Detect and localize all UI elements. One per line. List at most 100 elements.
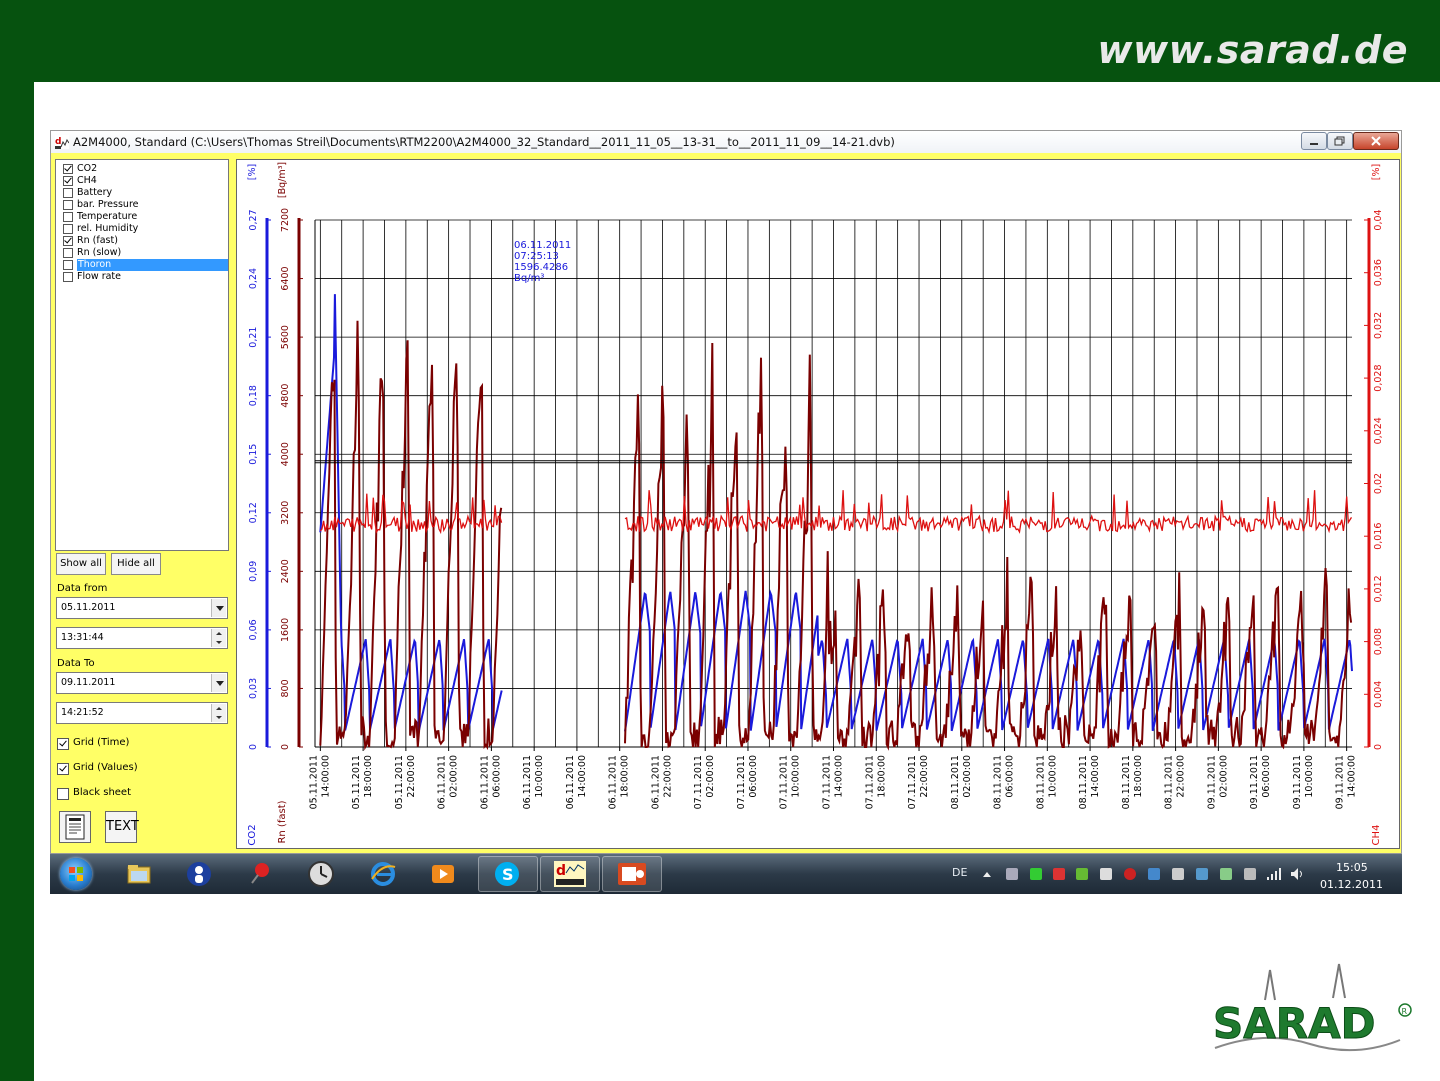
x-tick-date: 05.11.2011 xyxy=(394,755,405,809)
ch4-tick-label: 0,04 xyxy=(1373,209,1384,230)
tray-network-icon[interactable] xyxy=(1148,868,1160,880)
rn-axis-unit: [Bq/m³] xyxy=(277,162,288,198)
tray-shield-icon[interactable] xyxy=(1220,868,1232,880)
cursor-time: 07:25:13 xyxy=(514,251,559,262)
channel-checkbox[interactable] xyxy=(63,164,73,174)
contacts-icon[interactable] xyxy=(186,861,212,887)
explorer-icon[interactable] xyxy=(126,861,152,887)
language-indicator[interactable]: DE xyxy=(952,866,967,879)
spin-up-icon[interactable] xyxy=(216,707,222,710)
channel-checkbox[interactable] xyxy=(63,236,73,246)
channel-checkbox[interactable] xyxy=(63,260,73,270)
grid-values-label: Grid (Values) xyxy=(73,762,138,773)
x-tick-time: 06:00:00 xyxy=(1261,755,1272,798)
channel-label: CO2 xyxy=(77,163,98,174)
chevron-up-icon[interactable] xyxy=(982,870,992,878)
flag-icon[interactable] xyxy=(1172,868,1184,880)
media-player-icon[interactable] xyxy=(430,861,456,887)
title-bar[interactable]: d A2M4000, Standard (C:\Users\Thomas Str… xyxy=(51,131,1401,153)
internet-explorer-icon[interactable] xyxy=(370,861,396,887)
x-tick-time: 22:00:00 xyxy=(919,755,930,798)
report-icon xyxy=(65,814,85,840)
chevron-down-icon[interactable] xyxy=(211,674,226,692)
channel-checkbox[interactable] xyxy=(63,272,73,282)
volume-icon[interactable] xyxy=(1290,867,1306,881)
grid-time-checkbox[interactable] xyxy=(57,738,69,750)
channel-item[interactable]: bar. Pressure xyxy=(59,199,227,211)
x-tick-time: 22:00:00 xyxy=(1176,755,1187,798)
channel-item[interactable]: CH4 xyxy=(59,175,227,187)
spin-up-icon[interactable] xyxy=(216,632,222,635)
time-spinner[interactable] xyxy=(211,704,226,722)
rn-tick-label: 6400 xyxy=(280,266,291,290)
x-tick-time: 14:00:00 xyxy=(1347,755,1358,798)
channel-item[interactable]: Rn (fast) xyxy=(59,235,227,247)
channel-list[interactable]: CO2 CH4 Battery bar. Pressure Temperature rel… xyxy=(55,159,229,551)
tray-check-icon[interactable] xyxy=(1030,868,1042,880)
channel-item[interactable]: Flow rate xyxy=(59,271,227,283)
clock-time[interactable]: 15:05 xyxy=(1336,861,1368,874)
logo-text: SARAD xyxy=(1213,999,1375,1048)
data-to-date-select[interactable]: 09.11.2011 xyxy=(56,672,228,694)
channel-item[interactable]: Temperature xyxy=(59,211,227,223)
data-from-time-value: 13:31:44 xyxy=(61,632,104,643)
clock-date[interactable]: 01.12.2011 xyxy=(1320,878,1383,891)
ch4-tick-label: 0,036 xyxy=(1373,259,1384,286)
signal-icon[interactable] xyxy=(1266,868,1282,880)
tray-sync-icon[interactable] xyxy=(1196,868,1208,880)
channel-checkbox[interactable] xyxy=(63,212,73,222)
spin-down-icon[interactable] xyxy=(216,641,222,644)
tray-record-icon[interactable] xyxy=(1124,868,1136,880)
restore-icon xyxy=(1334,136,1345,146)
x-tick-time: 02:00:00 xyxy=(449,755,460,798)
channel-item[interactable]: Rn (slow) xyxy=(59,247,227,259)
channel-checkbox[interactable] xyxy=(63,224,73,234)
channel-item[interactable]: Thoron xyxy=(59,259,228,271)
data-to-time-value: 14:21:52 xyxy=(61,707,104,718)
pin-icon[interactable] xyxy=(248,861,274,887)
channel-checkbox[interactable] xyxy=(63,248,73,258)
data-from-date-select[interactable]: 05.11.2011 xyxy=(56,597,228,619)
tray-globe-icon[interactable] xyxy=(1076,868,1088,880)
data-from-time-input[interactable]: 13:31:44 xyxy=(56,627,228,649)
close-button[interactable] xyxy=(1353,132,1399,150)
channel-item[interactable]: rel. Humidity xyxy=(59,223,227,235)
x-tick-time: 22:00:00 xyxy=(406,755,417,798)
maximize-button[interactable] xyxy=(1327,132,1353,150)
tray-printer-icon[interactable] xyxy=(1006,868,1018,880)
grid-values-checkbox[interactable] xyxy=(57,763,69,775)
svg-text:d: d xyxy=(55,137,61,147)
show-all-button[interactable]: Show all xyxy=(56,553,106,575)
spin-down-icon[interactable] xyxy=(216,716,222,719)
time-spinner[interactable] xyxy=(211,629,226,647)
tray-security-icon[interactable] xyxy=(1053,868,1065,880)
channel-checkbox[interactable] xyxy=(63,176,73,186)
co2-tick-label: 0 xyxy=(248,744,259,750)
channel-item[interactable]: CO2 xyxy=(59,163,227,175)
hide-all-button[interactable]: Hide all xyxy=(111,553,161,575)
powerpoint-icon xyxy=(618,863,646,885)
ch4-tick-label: 0,028 xyxy=(1373,364,1384,391)
report-button[interactable] xyxy=(59,811,91,843)
x-tick-time: 18:00:00 xyxy=(363,755,374,798)
clock-icon[interactable] xyxy=(308,861,334,887)
ch4-axis-unit: [%] xyxy=(1371,164,1382,180)
co2-axis-unit: [%] xyxy=(247,164,258,180)
tray-disconnected-icon[interactable] xyxy=(1100,868,1112,880)
minimize-button[interactable] xyxy=(1301,132,1327,150)
black-sheet-checkbox[interactable] xyxy=(57,788,69,800)
x-tick-date: 05.11.2011 xyxy=(308,755,319,809)
channel-checkbox[interactable] xyxy=(63,188,73,198)
chart-area[interactable]: [%] [Bq/m³] [%] CO2 Rn (fast) CH4 0 0,03 0,06 0,0… xyxy=(236,159,1400,849)
channel-label: rel. Humidity xyxy=(77,223,139,234)
x-tick-time: 02:00:00 xyxy=(962,755,973,798)
chevron-down-icon[interactable] xyxy=(211,599,226,617)
chart-svg[interactable]: [%] [Bq/m³] [%] CO2 Rn (fast) CH4 0 0,03 0,06 0,0… xyxy=(237,160,1399,848)
start-button[interactable] xyxy=(60,858,92,890)
text-export-button[interactable]: TEXT xyxy=(105,811,139,843)
channel-item[interactable]: Battery xyxy=(59,187,227,199)
tray-pin-icon[interactable] xyxy=(1244,868,1256,880)
data-to-time-input[interactable]: 14:21:52 xyxy=(56,702,228,724)
x-tick-date: 07.11.2011 xyxy=(736,755,747,809)
channel-checkbox[interactable] xyxy=(63,200,73,210)
